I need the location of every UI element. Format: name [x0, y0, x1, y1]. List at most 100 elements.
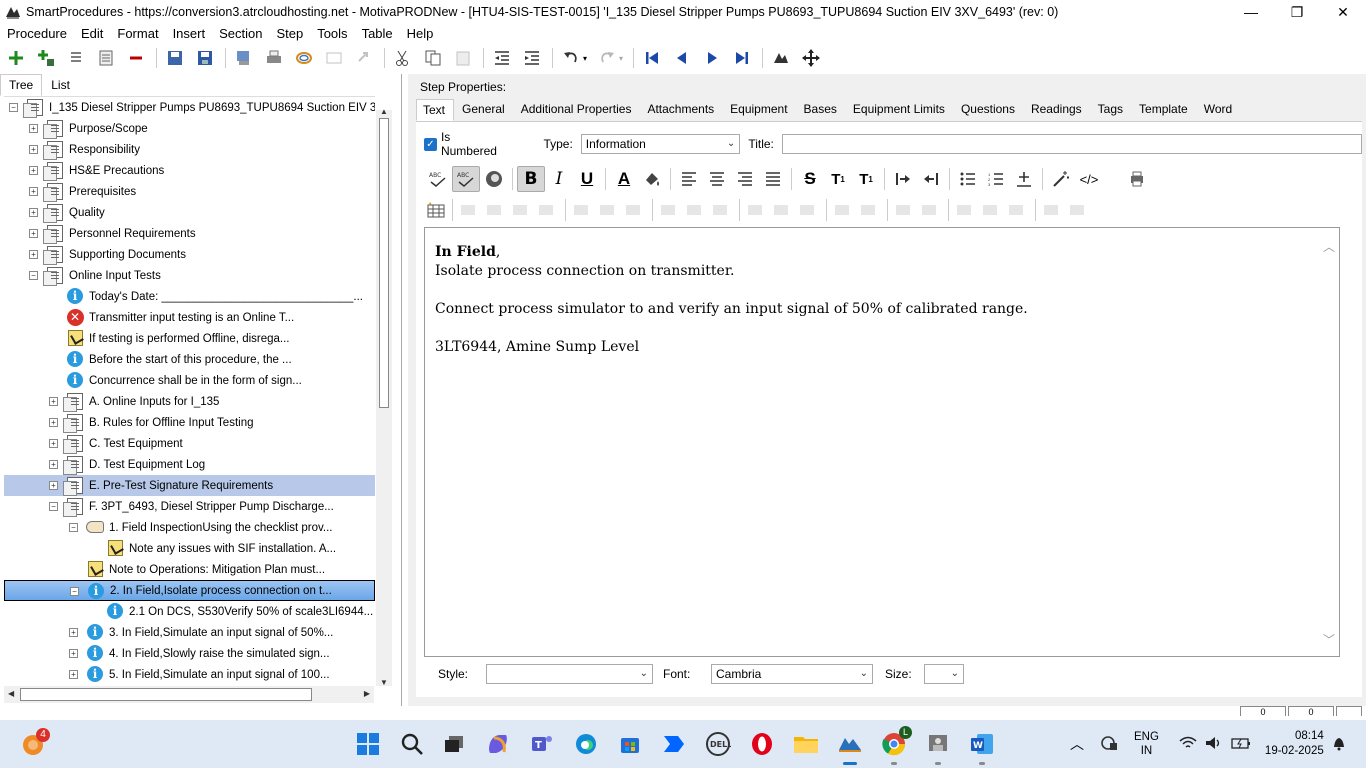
close-button[interactable]: ✕ [1320, 0, 1366, 24]
vpn-icon[interactable] [1098, 735, 1118, 754]
expand-icon[interactable]: + [29, 166, 38, 175]
is-numbered-checkbox[interactable]: ✓ [424, 137, 437, 151]
scroll-up-arrow-icon[interactable]: ▲ [380, 107, 388, 116]
italic-icon[interactable]: I [545, 166, 573, 192]
type-select[interactable]: Information ⌄ [580, 134, 741, 154]
chevron-up-icon[interactable]: ︿ [1070, 734, 1084, 754]
tab-tags[interactable]: Tags [1092, 99, 1131, 121]
tree-node[interactable]: i 2.1 On DCS, S530Verify 50% of scale3LI6… [4, 601, 375, 622]
scroll-thumb[interactable] [20, 688, 312, 701]
tree-node[interactable]: + i 5. In Field,Simulate an input signal o… [4, 664, 375, 685]
menu-help[interactable]: Help [400, 26, 441, 41]
thesaurus-icon[interactable] [480, 166, 508, 192]
undo-icon[interactable] [559, 46, 583, 70]
tree-node[interactable]: Note to Operations: Mitigation Plan must… [4, 559, 375, 580]
tree-node[interactable]: + i 4. In Field,Slowly raise the simulated… [4, 643, 375, 664]
tree-node[interactable]: + A. Online Inputs for I_135 [4, 391, 375, 412]
tree-node[interactable]: i Concurrence shall be in the form of sig… [4, 370, 375, 391]
align-right-icon[interactable] [731, 166, 759, 192]
tree-node[interactable]: + Supporting Documents [4, 244, 375, 265]
tree-node[interactable]: − Online Input Tests [4, 265, 375, 286]
expand-icon[interactable]: + [49, 481, 58, 490]
minimize-button[interactable]: — [1228, 0, 1274, 24]
menu-edit[interactable]: Edit [74, 26, 110, 41]
underline-icon[interactable]: U [573, 166, 601, 192]
justify-icon[interactable] [759, 166, 787, 192]
tree-node[interactable]: ✕ Transmitter input testing is an Online … [4, 307, 375, 328]
strikethrough-icon[interactable]: S [796, 166, 824, 192]
title-input[interactable] [781, 134, 1362, 154]
print-preview-icon[interactable] [1123, 166, 1151, 192]
tree-node[interactable]: + i 3. In Field,Simulate an input signal o… [4, 622, 375, 643]
expand-icon[interactable]: + [49, 397, 58, 406]
chrome-icon[interactable]: L [878, 726, 912, 765]
tab-attachments[interactable]: Attachments [641, 99, 722, 121]
collapse-icon[interactable]: − [49, 502, 58, 511]
move-icon[interactable] [799, 46, 823, 70]
insert-line-icon[interactable] [1010, 166, 1038, 192]
expand-icon[interactable]: + [49, 418, 58, 427]
tree-node[interactable]: If testing is performed Offline, disrega… [4, 328, 375, 349]
undo-dropdown-icon[interactable]: ▾ [581, 46, 589, 70]
tree-node[interactable]: + Purpose/Scope [4, 118, 375, 139]
tree-node[interactable]: + C. Test Equipment [4, 433, 375, 454]
battery-icon[interactable] [1231, 736, 1251, 753]
indent-icon[interactable] [520, 46, 544, 70]
frame-icon[interactable] [322, 46, 346, 70]
bulleted-list-icon[interactable] [954, 166, 982, 192]
tree-node[interactable]: − 1. Field InspectionUsing the checklist … [4, 517, 375, 538]
copilot-icon[interactable] [482, 728, 514, 760]
tab-additional-properties[interactable]: Additional Properties [515, 99, 640, 121]
add-child-icon[interactable] [34, 46, 58, 70]
outline-icon[interactable] [94, 46, 118, 70]
tab-questions[interactable]: Questions [955, 99, 1023, 121]
add-icon[interactable] [4, 46, 28, 70]
expand-icon[interactable]: + [69, 628, 78, 637]
opera-icon[interactable] [746, 728, 778, 760]
tab-general[interactable]: General [456, 99, 513, 121]
numbered-list-icon[interactable]: 123 [982, 166, 1010, 192]
scroll-left-arrow-icon[interactable]: ◀ [8, 689, 14, 698]
expand-icon[interactable]: + [29, 124, 38, 133]
expand-icon[interactable]: + [49, 460, 58, 469]
remote-app-icon[interactable] [922, 728, 954, 765]
menu-step[interactable]: Step [269, 26, 310, 41]
menu-format[interactable]: Format [110, 26, 165, 41]
last-icon[interactable] [730, 46, 754, 70]
spellcheck-icon[interactable]: ABC [424, 166, 452, 192]
save-icon[interactable] [193, 46, 217, 70]
tab-template[interactable]: Template [1133, 99, 1196, 121]
align-center-icon[interactable] [703, 166, 731, 192]
list-icon[interactable] [64, 46, 88, 70]
menu-procedure[interactable]: Procedure [0, 26, 74, 41]
copy-icon[interactable] [421, 46, 445, 70]
scroll-down-arrow-icon[interactable]: ▼ [380, 678, 388, 687]
magic-wand-icon[interactable] [1047, 166, 1075, 192]
task-view-icon[interactable] [438, 728, 470, 760]
tab-equipment[interactable]: Equipment [724, 99, 795, 121]
tree-node[interactable]: + Prerequisites [4, 181, 375, 202]
restore-button[interactable]: ❐ [1274, 0, 1320, 24]
store-icon[interactable] [614, 728, 646, 760]
increase-indent-icon[interactable] [889, 166, 917, 192]
scroll-right-arrow-icon[interactable]: ▶ [364, 689, 370, 698]
tree-horizontal-scrollbar[interactable]: ◀ ▶ [4, 686, 374, 703]
notification-app-icon[interactable]: 4 [18, 728, 50, 760]
tree-node[interactable]: − i 2. In Field,Isolate process connection… [4, 580, 375, 601]
notification-bell-icon[interactable] [1332, 735, 1346, 754]
expand-icon[interactable]: + [69, 670, 78, 679]
collapse-icon[interactable]: − [29, 271, 38, 280]
tree-node[interactable]: + B. Rules for Offline Input Testing [4, 412, 375, 433]
expand-icon[interactable]: + [29, 229, 38, 238]
expand-icon[interactable]: + [29, 208, 38, 217]
collapse-icon[interactable]: − [69, 523, 78, 532]
font-color-icon[interactable]: A [610, 166, 638, 192]
tree-node[interactable]: − I_135 Diesel Stripper Pumps PU8693_TUPU… [4, 97, 375, 118]
decrease-indent-icon[interactable] [917, 166, 945, 192]
tree-node[interactable]: i Before the start of this procedure, the… [4, 349, 375, 370]
expand-icon[interactable]: + [69, 649, 78, 658]
tree-node[interactable]: + Personnel Requirements [4, 223, 375, 244]
find-icon[interactable] [769, 46, 793, 70]
tab-readings[interactable]: Readings [1025, 99, 1090, 121]
link-icon[interactable] [292, 46, 316, 70]
